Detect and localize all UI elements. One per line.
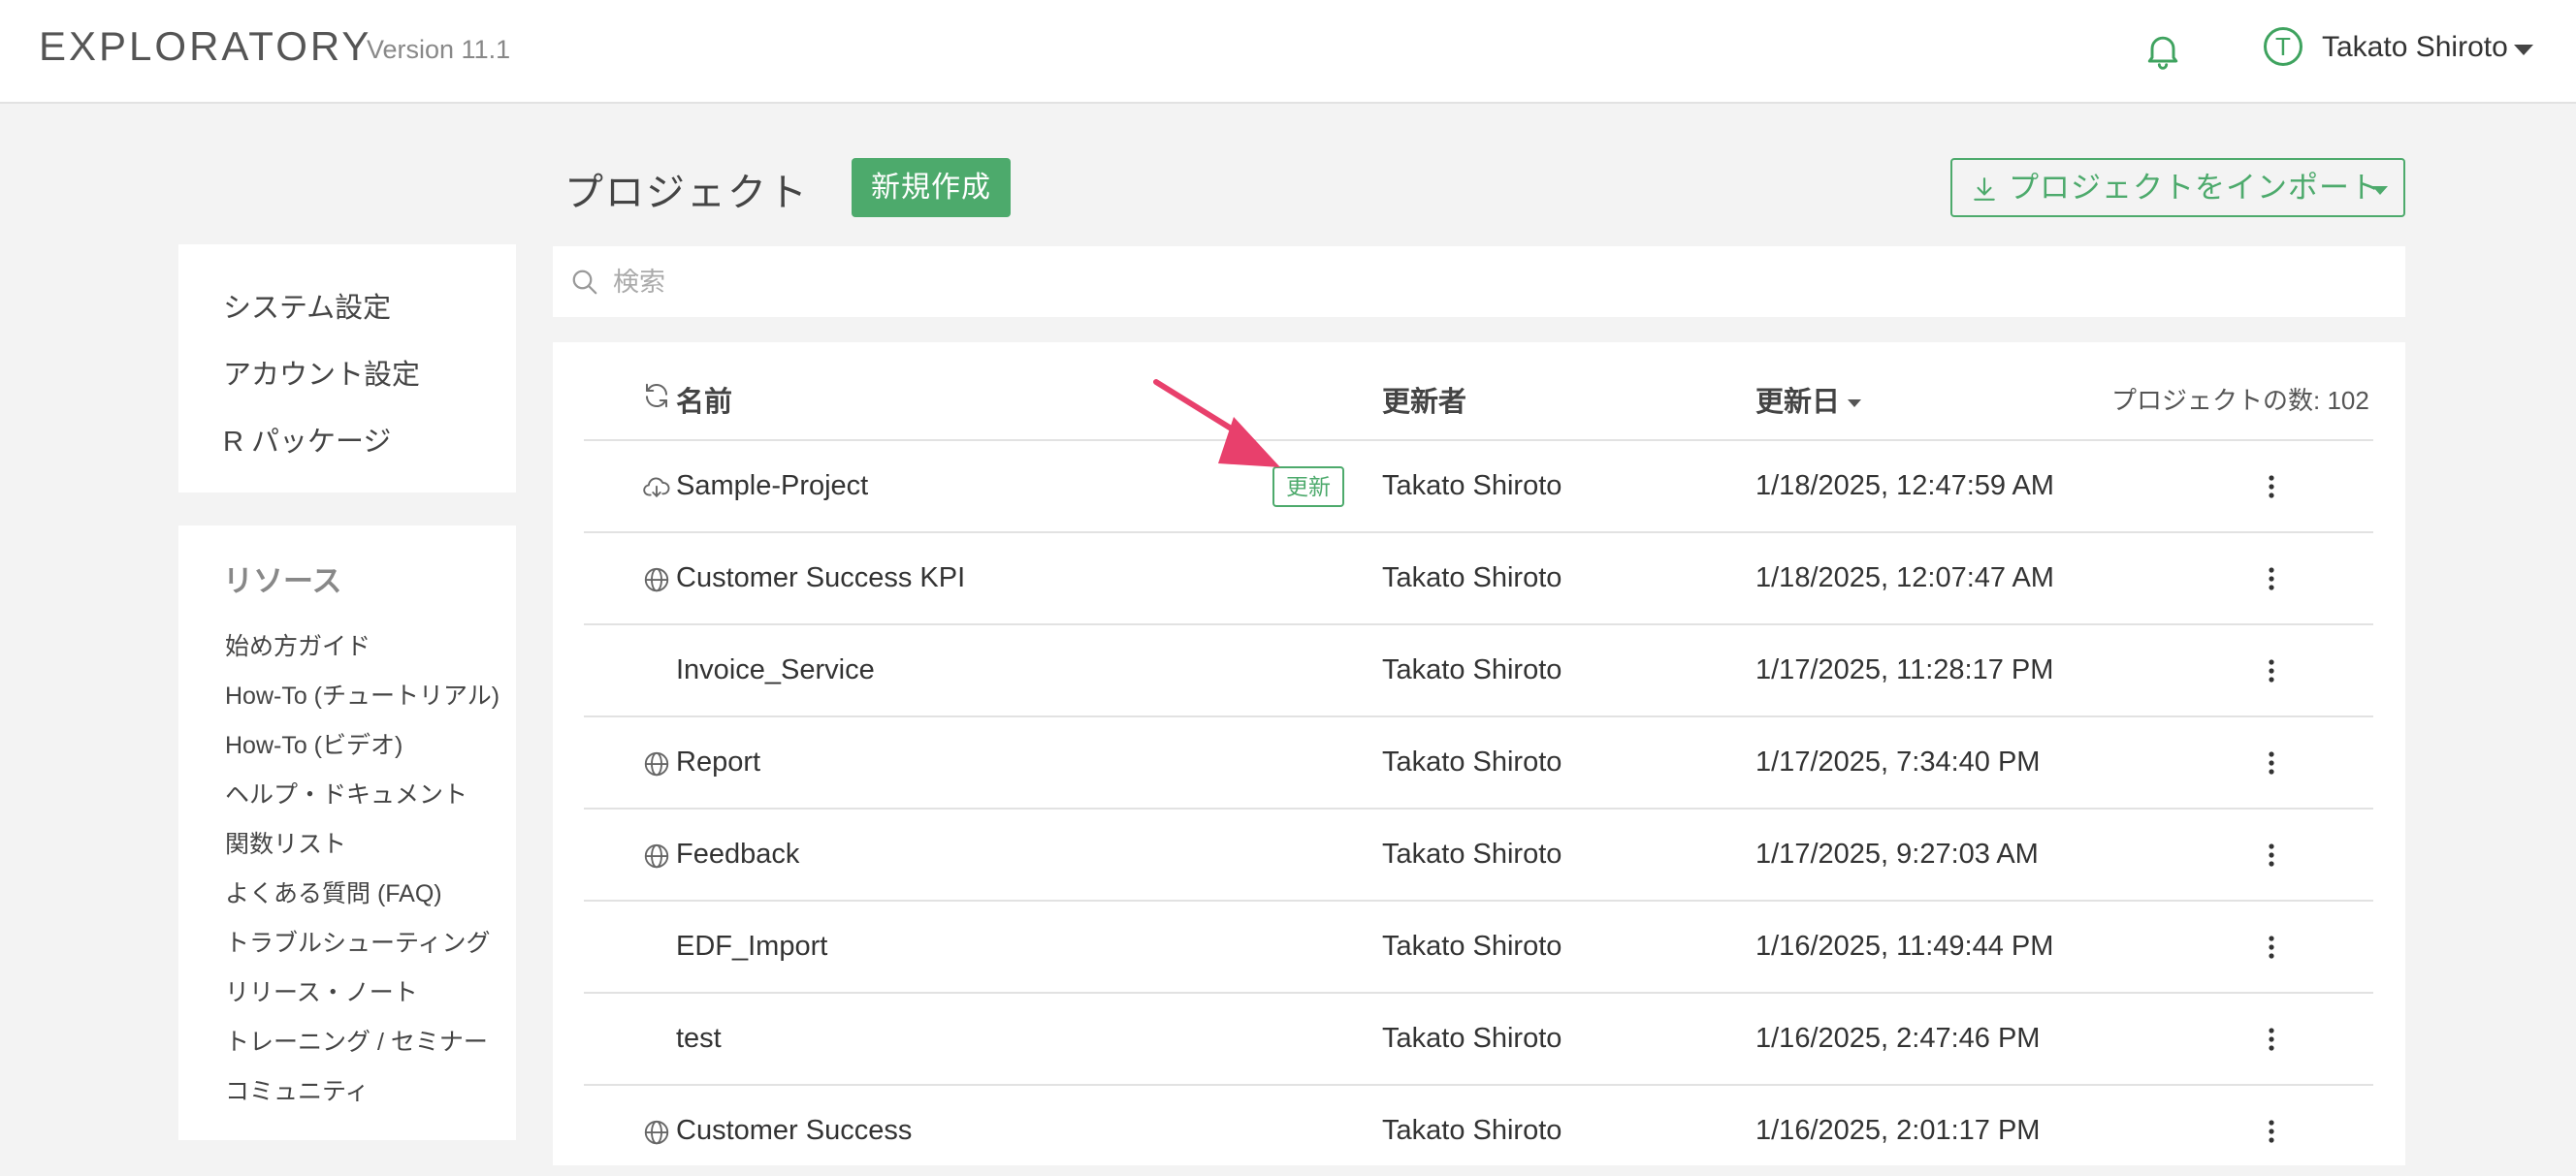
project-date: 1/16/2025, 2:47:46 PM xyxy=(1755,1023,2041,1054)
globe-icon xyxy=(644,843,669,869)
cloud-download-icon xyxy=(643,477,670,497)
resources-menu: リソース 始め方ガイド How-To (チュートリアル) How-To (ビデオ… xyxy=(178,525,516,1140)
download-icon xyxy=(1974,177,1995,201)
project-date: 1/18/2025, 12:47:59 AM xyxy=(1755,470,2054,501)
import-button-label: プロジェクトをインポート xyxy=(2009,171,2381,205)
bell-icon[interactable] xyxy=(2141,29,2184,72)
resources-title: リソース xyxy=(223,564,342,598)
project-owner: Takato Shiroto xyxy=(1382,562,1562,593)
sort-desc-icon xyxy=(1848,399,1862,408)
annotation-arrow xyxy=(1153,379,1280,467)
project-date: 1/17/2025, 11:28:17 PM xyxy=(1755,654,2054,685)
project-name[interactable]: EDF_Import xyxy=(676,931,827,963)
project-name[interactable]: Customer Success xyxy=(676,1115,912,1147)
project-count: プロジェクトの数: 102 xyxy=(2111,386,2369,415)
project-date: 1/17/2025, 7:34:40 PM xyxy=(1755,747,2041,778)
project-owner: Takato Shiroto xyxy=(1382,747,1562,778)
search-icon xyxy=(572,270,597,295)
resource-link[interactable]: トレーニング / セミナー xyxy=(225,1023,488,1058)
more-options-icon[interactable] xyxy=(2267,841,2276,870)
project-date: 1/16/2025, 11:49:44 PM xyxy=(1755,931,2054,962)
top-bar: EXPLORATORY Version 11.1 T Takato Shirot… xyxy=(0,0,2576,104)
project-name[interactable]: test xyxy=(676,1023,722,1055)
column-header-name[interactable]: 名前 xyxy=(676,379,732,420)
project-name[interactable]: Invoice_Service xyxy=(676,654,875,686)
caret-down-icon xyxy=(2372,186,2388,195)
more-options-icon[interactable] xyxy=(2267,1025,2276,1054)
resource-link[interactable]: コミュニティ xyxy=(225,1072,370,1107)
project-name[interactable]: Report xyxy=(676,747,760,779)
refresh-icon[interactable] xyxy=(642,381,671,410)
search-bar xyxy=(553,246,2405,317)
globe-icon xyxy=(644,1120,669,1145)
project-owner: Takato Shiroto xyxy=(1382,654,1562,685)
page-title: プロジェクト xyxy=(564,172,809,214)
search-input[interactable] xyxy=(611,260,2361,304)
globe-icon xyxy=(644,567,669,592)
more-options-icon[interactable] xyxy=(2267,656,2276,685)
project-name[interactable]: Customer Success KPI xyxy=(676,562,965,594)
more-options-icon[interactable] xyxy=(2267,1117,2276,1146)
project-name[interactable]: Sample-Project xyxy=(676,470,868,502)
resource-link[interactable]: 始め方ガイド xyxy=(225,627,370,662)
caret-down-icon[interactable] xyxy=(2514,45,2533,55)
resource-link[interactable]: よくある質問 (FAQ) xyxy=(225,874,442,909)
project-owner: Takato Shiroto xyxy=(1382,1115,1562,1146)
more-options-icon[interactable] xyxy=(2267,564,2276,593)
project-date: 1/17/2025, 9:27:03 AM xyxy=(1755,839,2039,870)
resource-link[interactable]: ヘルプ・ドキュメント xyxy=(225,776,467,810)
new-project-button[interactable]: 新規作成 xyxy=(852,158,1011,217)
table-row[interactable]: Customer Success Takato Shiroto 1/16/202… xyxy=(584,1084,2373,1176)
project-date: 1/18/2025, 12:07:47 AM xyxy=(1755,562,2054,593)
table-row[interactable]: Sample-Project 更新 Takato Shiroto 1/18/20… xyxy=(584,439,2373,531)
column-header-date-label: 更新日 xyxy=(1755,387,1841,418)
settings-menu: システム設定 アカウント設定 R パッケージ xyxy=(178,244,516,493)
project-name[interactable]: Feedback xyxy=(676,839,799,871)
app-version: Version 11.1 xyxy=(367,35,511,64)
projects-table: 名前 更新者 更新日 プロジェクトの数: 102 Sample-Project … xyxy=(553,342,2405,1165)
table-row[interactable]: Invoice_Service Takato Shiroto 1/17/2025… xyxy=(584,623,2373,715)
resource-link[interactable]: How-To (ビデオ) xyxy=(225,726,402,761)
column-header-owner[interactable]: 更新者 xyxy=(1382,379,1466,420)
column-header-date[interactable]: 更新日 xyxy=(1755,379,1862,420)
more-options-icon[interactable] xyxy=(2267,933,2276,962)
table-row[interactable]: Feedback Takato Shiroto 1/17/2025, 9:27:… xyxy=(584,808,2373,900)
project-owner: Takato Shiroto xyxy=(1382,470,1562,501)
project-owner: Takato Shiroto xyxy=(1382,931,1562,962)
app-logo[interactable]: EXPLORATORY xyxy=(39,23,371,70)
resource-link[interactable]: トラブルシューティング xyxy=(225,924,491,959)
resource-link[interactable]: How-To (チュートリアル) xyxy=(225,677,499,712)
more-options-icon[interactable] xyxy=(2267,472,2276,501)
import-project-button[interactable]: プロジェクトをインポート xyxy=(1950,158,2405,217)
more-options-icon[interactable] xyxy=(2267,748,2276,778)
project-owner: Takato Shiroto xyxy=(1382,1023,1562,1054)
table-row[interactable]: Report Takato Shiroto 1/17/2025, 7:34:40… xyxy=(584,715,2373,808)
globe-icon xyxy=(644,751,669,777)
project-date: 1/16/2025, 2:01:17 PM xyxy=(1755,1115,2041,1146)
table-row[interactable]: test Takato Shiroto 1/16/2025, 2:47:46 P… xyxy=(584,992,2373,1084)
sidebar-item-r-packages[interactable]: R パッケージ xyxy=(223,419,391,460)
resource-link[interactable]: 関数リスト xyxy=(225,825,346,860)
table-row[interactable]: EDF_Import Takato Shiroto 1/16/2025, 11:… xyxy=(584,900,2373,992)
project-owner: Takato Shiroto xyxy=(1382,839,1562,870)
table-row[interactable]: Customer Success KPI Takato Shiroto 1/18… xyxy=(584,531,2373,623)
user-name[interactable]: Takato Shiroto xyxy=(2322,31,2508,64)
sidebar-item-system-settings[interactable]: システム設定 xyxy=(223,285,391,326)
user-avatar[interactable]: T xyxy=(2264,27,2302,66)
sidebar-item-account-settings[interactable]: アカウント設定 xyxy=(223,352,420,393)
resource-link[interactable]: リリース・ノート xyxy=(225,973,418,1008)
